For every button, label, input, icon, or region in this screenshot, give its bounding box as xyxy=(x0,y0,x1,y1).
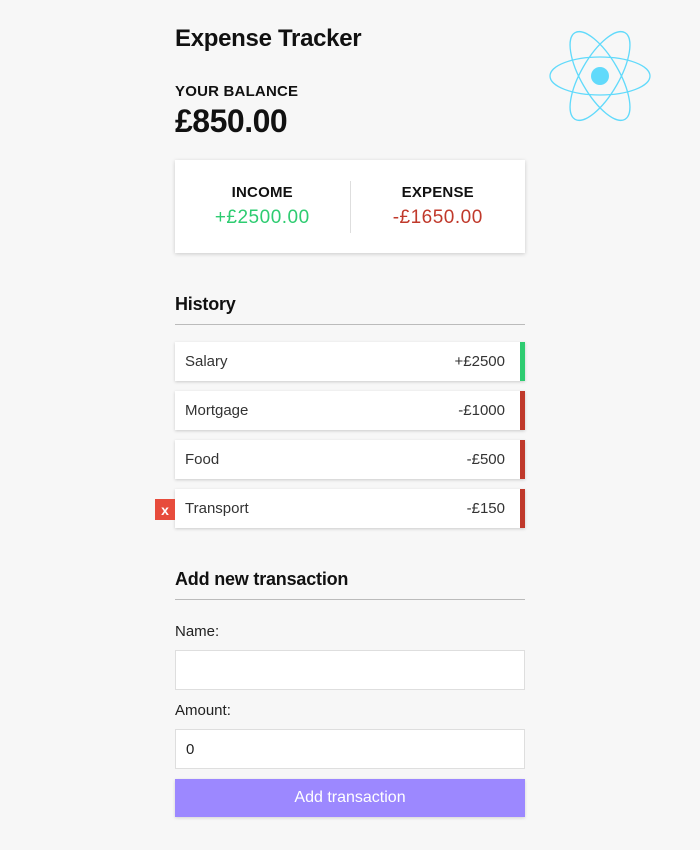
balance-label: YOUR BALANCE xyxy=(175,83,299,100)
transaction-name: Food xyxy=(185,451,220,468)
transaction-name: Mortgage xyxy=(185,402,249,419)
expense-label: EXPENSE xyxy=(401,184,474,201)
react-logo-icon xyxy=(549,31,651,121)
list-item[interactable]: Salary +£2500 xyxy=(175,342,525,381)
transaction-amount: +£2500 xyxy=(454,353,505,370)
list-item[interactable]: Food -£500 xyxy=(175,440,525,479)
history-list: Salary +£2500 Mortgage -£1000 Food -£500… xyxy=(155,342,525,538)
expense-column: EXPENSE -£1650.00 xyxy=(351,184,526,229)
expense-tracker-page: Expense Tracker YOUR BALANCE £850.00 INC… xyxy=(0,0,700,850)
delete-button[interactable]: x xyxy=(155,499,175,520)
amount-label: Amount: xyxy=(175,702,231,719)
income-column: INCOME +£2500.00 xyxy=(175,184,350,229)
add-transaction-heading: Add new transaction xyxy=(175,569,525,600)
name-label: Name: xyxy=(175,623,220,640)
income-expense-card: INCOME +£2500.00 EXPENSE -£1650.00 xyxy=(175,160,525,253)
expense-value: -£1650.00 xyxy=(392,207,483,228)
transaction-amount: -£1000 xyxy=(458,402,505,419)
transaction-name: Transport xyxy=(185,500,249,517)
transaction-amount: -£500 xyxy=(466,451,505,468)
transaction-amount: -£150 xyxy=(466,500,505,517)
income-label: INCOME xyxy=(231,184,293,201)
list-item[interactable]: x Transport -£150 xyxy=(155,489,525,528)
transaction-name: Salary xyxy=(185,353,228,370)
history-heading: History xyxy=(175,294,525,325)
income-value: +£2500.00 xyxy=(214,207,310,228)
app-title: Expense Tracker xyxy=(175,25,362,52)
amount-input[interactable] xyxy=(175,729,525,769)
name-input[interactable] xyxy=(175,650,525,690)
list-item[interactable]: Mortgage -£1000 xyxy=(175,391,525,430)
balance-value: £850.00 xyxy=(175,103,288,139)
add-transaction-button[interactable]: Add transaction xyxy=(175,779,525,817)
